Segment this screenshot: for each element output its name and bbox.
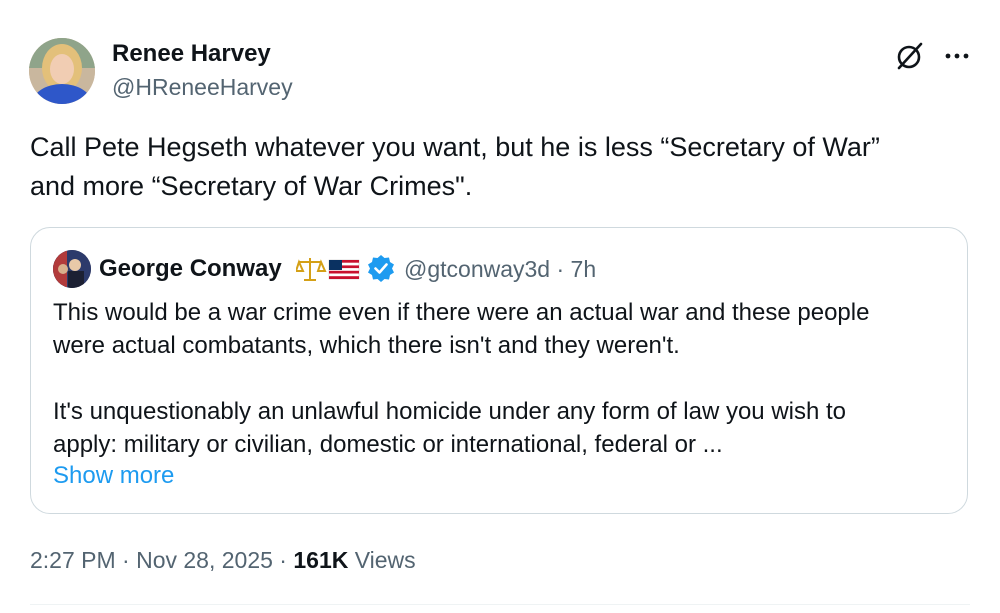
tweet-text: Call Pete Hegseth whatever you want, but…	[30, 128, 970, 206]
quoted-author-avatar	[53, 250, 91, 288]
more-options-icon[interactable]	[944, 44, 970, 68]
quoted-text-line: were actual combatants, which there isn'…	[53, 332, 680, 359]
scales-and-us-flag-icon	[296, 258, 360, 281]
views-label: Views	[348, 547, 416, 573]
quoted-tweet-text: This would be a war crime even if there …	[53, 296, 953, 461]
show-more-link[interactable]: Show more	[53, 462, 174, 490]
quoted-text-line: apply: military or civilian, domestic or…	[53, 431, 723, 458]
quoted-text-line: It's unquestionably an unlawful homicide…	[53, 398, 847, 425]
verified-badge-icon	[368, 255, 394, 282]
grok-icon[interactable]	[893, 40, 925, 72]
views-count: 161K	[293, 547, 349, 573]
tweet-metadata: 2:27 PM · Nov 28, 2025 · 161K Views	[30, 547, 416, 574]
author-handle[interactable]: @HReneeHarvey	[112, 74, 293, 101]
author-name[interactable]: Renee Harvey	[112, 40, 271, 68]
quoted-avatar-photo-icon	[53, 250, 91, 288]
timestamp-link[interactable]: 2:27 PM · Nov 28, 2025 ·	[30, 547, 293, 573]
divider	[30, 604, 970, 605]
user-avatar-photo-icon	[29, 38, 95, 104]
author-avatar[interactable]	[29, 38, 95, 104]
quoted-text-line: This would be a war crime even if there …	[53, 299, 870, 326]
quoted-author-name: George Conway	[99, 255, 282, 282]
tweet-text-line: Call Pete Hegseth whatever you want, but…	[30, 132, 880, 162]
quoted-author-handle-time: @gtconway3d · 7h	[404, 256, 597, 282]
quoted-tweet-card[interactable]: George Conway @gtconway3d · 7h This woul…	[30, 227, 968, 514]
tweet-text-line: and more “Secretary of War Crimes".	[30, 171, 473, 201]
